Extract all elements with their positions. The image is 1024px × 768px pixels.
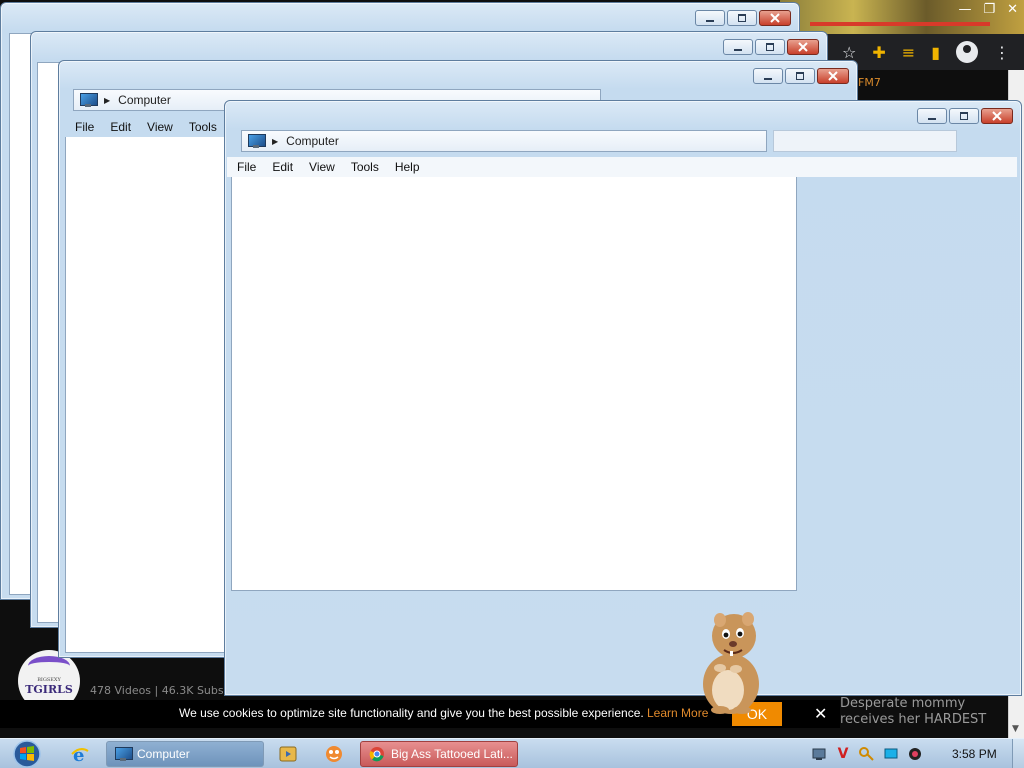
minimize-button[interactable] xyxy=(723,39,753,55)
menu-help[interactable]: Help xyxy=(387,160,428,174)
minimize-button[interactable] xyxy=(753,68,783,84)
start-button[interactable] xyxy=(8,739,46,768)
menu-tools[interactable]: Tools xyxy=(343,160,387,174)
menu-file[interactable]: File xyxy=(227,160,264,174)
task-label: Big Ass Tattooed Lati... xyxy=(391,747,513,761)
maximize-button[interactable] xyxy=(949,108,979,124)
sidepanel-icon[interactable]: ▮ xyxy=(931,43,940,62)
chrome-icon xyxy=(369,747,384,762)
menu-view[interactable]: View xyxy=(139,120,181,134)
address-bar[interactable]: ▶ Computer xyxy=(241,130,767,152)
internet-explorer-icon[interactable]: e xyxy=(60,742,100,766)
menu-edit[interactable]: Edit xyxy=(102,120,139,134)
computer-icon xyxy=(248,134,266,148)
scroll-down-icon[interactable]: ▼ xyxy=(1012,724,1019,734)
maximize-button[interactable] xyxy=(727,10,757,26)
close-button[interactable] xyxy=(787,39,819,55)
address-text: Computer xyxy=(286,134,339,148)
app-icon[interactable] xyxy=(314,742,354,766)
maximize-button[interactable] xyxy=(785,68,815,84)
svg-text:e: e xyxy=(73,745,84,764)
task-label: Computer xyxy=(137,747,190,761)
computer-icon xyxy=(80,93,98,107)
search-box[interactable] xyxy=(773,130,957,152)
menu-file[interactable]: File xyxy=(65,120,102,134)
background-window-controls[interactable]: — ❐ ✕ xyxy=(958,2,1018,17)
menu-bar: File Edit View Tools Help xyxy=(227,157,1017,177)
monitor-icon[interactable] xyxy=(882,745,900,763)
profile-icon[interactable] xyxy=(956,41,978,63)
menu-edit[interactable]: Edit xyxy=(264,160,301,174)
background-page-text: FM7 xyxy=(858,76,881,89)
taskbar-task-computer[interactable]: Computer xyxy=(106,741,264,767)
close-button[interactable] xyxy=(817,68,849,84)
v-icon[interactable]: V xyxy=(834,745,852,763)
breadcrumb-arrow-icon[interactable]: ▶ xyxy=(272,137,278,146)
menu-view[interactable]: View xyxy=(301,160,343,174)
video-title[interactable]: Desperate mommy receives her HARDEST xyxy=(840,696,1000,728)
channel-stats: 478 Videos | 46.3K Subs xyxy=(90,684,224,697)
network-icon[interactable] xyxy=(810,745,828,763)
star-icon[interactable]: ☆ xyxy=(842,43,856,62)
menu-kebab-icon[interactable]: ⋮ xyxy=(994,43,1010,62)
address-text: Computer xyxy=(118,93,171,107)
taskbar-task-chrome[interactable]: Big Ass Tattooed Lati... xyxy=(360,741,518,767)
restore-icon[interactable]: ❐ xyxy=(983,2,995,17)
close-icon[interactable]: ✕ xyxy=(814,704,827,723)
menu-tools[interactable]: Tools xyxy=(181,120,225,134)
minimize-button[interactable] xyxy=(695,10,725,26)
close-button[interactable] xyxy=(759,10,791,26)
taskbar: e Computer Big Ass Tattooed Lati... V 3:… xyxy=(0,738,1024,768)
hamster-mascot[interactable] xyxy=(686,606,776,716)
channel-logo-main: TGIRLS xyxy=(25,682,73,696)
computer-icon xyxy=(115,747,133,761)
breadcrumb-arrow-icon[interactable]: ▶ xyxy=(104,96,110,105)
key-icon[interactable] xyxy=(858,745,876,763)
media-icon[interactable]: ≡ xyxy=(902,43,915,62)
close-icon[interactable]: ✕ xyxy=(1007,2,1018,17)
extension-icon[interactable]: ✚ xyxy=(872,43,885,62)
explorer-window-front[interactable]: ▶ Computer File Edit View Tools Help xyxy=(224,100,1022,696)
show-desktop-button[interactable] xyxy=(1012,739,1024,768)
maximize-button[interactable] xyxy=(755,39,785,55)
window-content xyxy=(231,177,797,591)
minimize-icon[interactable]: — xyxy=(958,2,971,17)
media-player-icon[interactable] xyxy=(268,742,308,766)
record-icon[interactable] xyxy=(906,745,924,763)
clock[interactable]: 3:58 PM xyxy=(952,747,997,761)
system-tray: V xyxy=(810,739,924,768)
minimize-button[interactable] xyxy=(917,108,947,124)
close-button[interactable] xyxy=(981,108,1013,124)
cookie-text: We use cookies to optimize site function… xyxy=(179,706,644,720)
